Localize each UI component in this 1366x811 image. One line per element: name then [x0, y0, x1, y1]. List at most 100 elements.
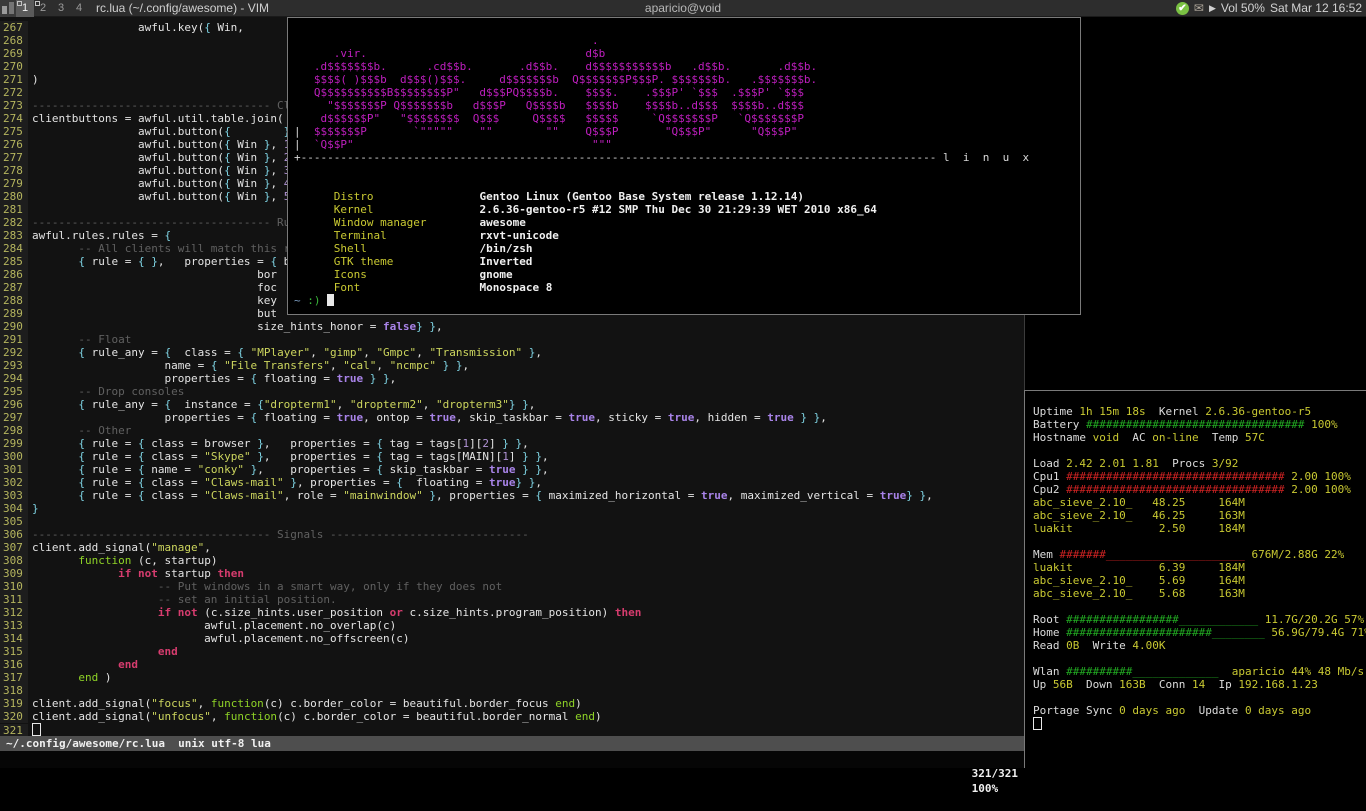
- check-icon[interactable]: ✔: [1176, 2, 1189, 15]
- text-segment: }: [509, 398, 516, 411]
- taglist: 1234: [16, 0, 88, 17]
- line-number: 296: [0, 398, 28, 411]
- line-number: 281: [0, 203, 28, 216]
- text-segment: if: [158, 606, 171, 619]
- vim-line: 320client.add_signal("unfocus", function…: [0, 710, 933, 723]
- vim-line: 294 properties = { floating = true } },: [0, 372, 933, 385]
- terminal-row: Window manager awesome: [294, 216, 1080, 229]
- tile-layout-icon[interactable]: [0, 0, 16, 17]
- topbar: 1234 rc.lua (~/.config/awesome) - VIM ap…: [0, 0, 1366, 17]
- layout-rect-left: [2, 6, 7, 14]
- line-number: 283: [0, 229, 28, 242]
- line-number: 276: [0, 138, 28, 151]
- text-segment: +---------------------------------------…: [294, 151, 1029, 164]
- text-segment: 2.00 100%: [1285, 483, 1351, 496]
- text-segment: Terminal: [334, 229, 387, 242]
- text-segment: ][: [469, 437, 482, 450]
- text-segment: tag = tags[MAIN][: [383, 450, 502, 463]
- text-segment: "dropterm2": [350, 398, 423, 411]
- vim-line: 309 if not startup then: [0, 567, 933, 580]
- text-segment: , properties =: [264, 450, 377, 463]
- text-segment: true: [337, 411, 364, 424]
- tag-2[interactable]: 2: [34, 0, 52, 17]
- text-segment: [449, 359, 456, 372]
- text-segment: 676M/2.88G 22%: [1245, 548, 1344, 561]
- tag-label: 1: [22, 2, 28, 14]
- conky-row: Mem #######_____________________ 676M/2.…: [1033, 548, 1366, 561]
- text-segment: "Gmpc": [376, 346, 416, 359]
- text-segment: awful.button(: [32, 177, 224, 190]
- vim-line: 314 awful.placement.no_offscreen(c): [0, 632, 933, 645]
- line-number: 300: [0, 450, 28, 463]
- text-segment: 163B: [1119, 678, 1146, 691]
- text-segment: Down: [1073, 678, 1119, 691]
- code-text: { rule = { class = browser }, properties…: [28, 437, 529, 450]
- text-segment: }: [257, 437, 264, 450]
- text-segment: Conn: [1146, 678, 1192, 691]
- tag-3[interactable]: 3: [52, 0, 70, 17]
- vim-line: 301 { rule = { name = "conky" }, propert…: [0, 463, 933, 476]
- text-segment: }: [906, 489, 913, 502]
- text-segment: Inverted: [479, 255, 532, 268]
- code-text: { rule = { class = "Skype" }, properties…: [28, 450, 549, 463]
- text-segment: `Q$$P" """: [301, 138, 612, 151]
- terminal-row: Shell /bin/zsh: [294, 242, 1080, 255]
- code-text: properties = { floating = true } },: [28, 372, 396, 385]
- conky-row: Home ######################________ 56.9…: [1033, 626, 1366, 639]
- text-segment: Font: [334, 281, 361, 294]
- text-segment: 4.00K: [1132, 639, 1165, 652]
- line-number: 274: [0, 112, 28, 125]
- line-number: 308: [0, 554, 28, 567]
- text-segment: client.add_signal(: [32, 710, 151, 723]
- text-segment: Q$$$$$$$$$$B$$$$$$$$P" d$$$PQ$$$$b. $$$$…: [294, 86, 804, 99]
- code-text: if not startup then: [28, 567, 244, 580]
- text-segment: function: [211, 697, 264, 710]
- terminal-body[interactable]: . .vir. d$b .d$$$$$$$b. .cd$$b. .d$$b. d…: [294, 21, 1080, 307]
- text-segment: "conky": [198, 463, 244, 476]
- line-number: 272: [0, 86, 28, 99]
- text-segment: 2.00 100%: [1285, 470, 1351, 483]
- text-segment: Hostname: [1033, 431, 1093, 444]
- text-segment: startup: [158, 567, 218, 580]
- text-segment: Win,: [211, 21, 297, 34]
- line-number: 288: [0, 294, 28, 307]
- text-segment: 57C: [1245, 431, 1265, 444]
- text-segment: [807, 411, 814, 424]
- text-segment: Wlan: [1033, 665, 1066, 678]
- text-segment: {: [204, 21, 211, 34]
- code-text: client.add_signal("focus", function(c) c…: [28, 697, 582, 710]
- terminal-row: +---------------------------------------…: [294, 151, 1080, 164]
- text-segment: "File Transfers": [224, 359, 330, 372]
- tag-1[interactable]: 1: [16, 0, 34, 17]
- text-segment: ,: [270, 151, 283, 164]
- text-segment: }: [257, 450, 264, 463]
- code-text: -- Float: [28, 333, 131, 346]
- text-segment: [294, 281, 334, 294]
- code-text: awful.placement.no_overlap(c): [28, 619, 396, 632]
- text-segment: ------------------------------------ Rul: [32, 216, 297, 229]
- text-segment: abc_sieve_2.10_ 46.25 163M: [1033, 509, 1245, 522]
- text-segment: Update: [1185, 704, 1245, 717]
- text-segment: "MPlayer": [251, 346, 311, 359]
- mail-tray-icon[interactable]: ✉: [1194, 2, 1204, 15]
- text-segment: "manage": [151, 541, 204, 554]
- text-segment: [294, 255, 334, 268]
- text-segment: -- Put windows in a smart way, only if t…: [32, 580, 502, 593]
- code-text: client.add_signal("manage",: [28, 541, 211, 554]
- line-number: 282: [0, 216, 28, 229]
- code-text: key: [28, 294, 277, 307]
- conky-row: Hostname void AC on-line Temp 57C: [1033, 431, 1366, 444]
- text-segment: awful.button(: [32, 151, 224, 164]
- vim-line: 312 if not (c.size_hints.user_position o…: [0, 606, 933, 619]
- terminal-window[interactable]: . .vir. d$b .d$$$$$$$b. .cd$$b. .d$$b. d…: [287, 17, 1081, 315]
- code-text: end: [28, 645, 178, 658]
- text-segment: .d$$$$$$$b. .cd$$b. .d$$b. d$$$$$$$$$$$b…: [294, 60, 817, 73]
- text-segment: properties =: [32, 372, 251, 385]
- tag-4[interactable]: 4: [70, 0, 88, 17]
- text-segment: Kernel: [334, 203, 374, 216]
- text-segment: not: [178, 606, 198, 619]
- text-segment: end: [78, 671, 98, 684]
- text-segment: rule_any =: [85, 398, 164, 411]
- text-segment: clientbuttons = awful.util.table.join(: [32, 112, 284, 125]
- text-segment: rxvt-unicode: [479, 229, 558, 242]
